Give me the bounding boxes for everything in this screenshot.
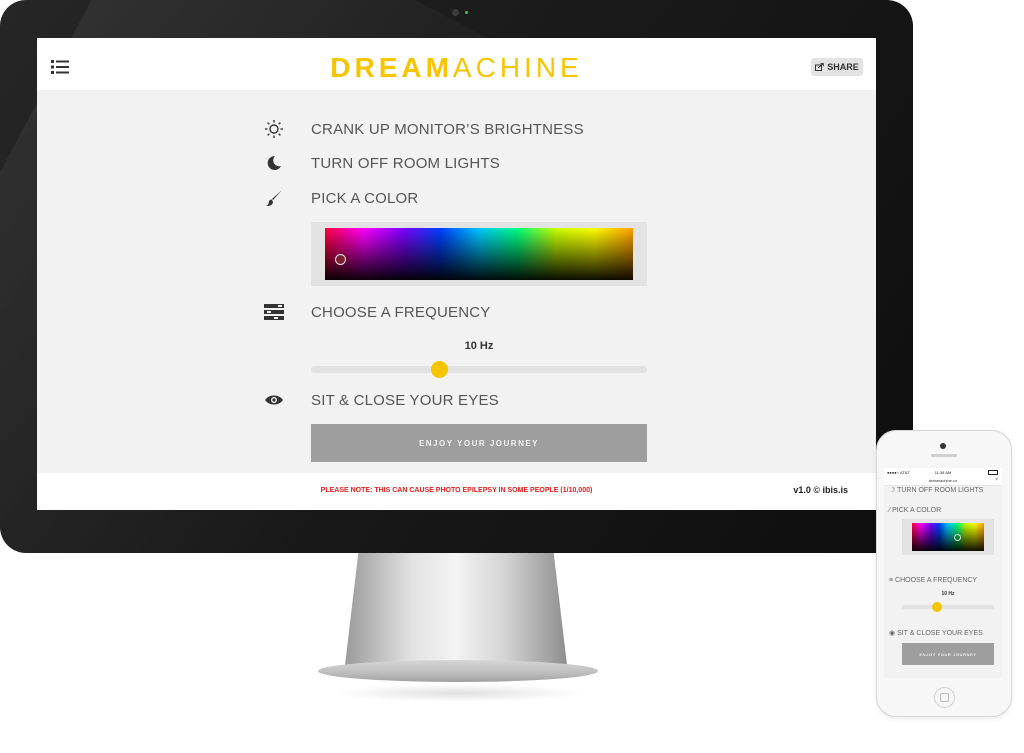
monitor-frame: DREAMACHINE SHARE CRANK UP MONITOR’S BRI…	[0, 0, 913, 553]
step-frequency: CHOOSE A FREQUENCY	[263, 300, 490, 324]
phone-home-button[interactable]	[934, 687, 955, 708]
app-footer: PLEASE NOTE: THIS CAN CAUSE PHOTO EPILEP…	[37, 473, 876, 510]
frequency-slider[interactable]	[311, 361, 647, 378]
share-icon	[815, 63, 825, 71]
eye-icon	[263, 389, 285, 411]
phone-speaker	[931, 454, 957, 457]
step-label: SIT & CLOSE YOUR EYES	[311, 391, 499, 409]
phone-step-lights: ☽ TURN OFF ROOM LIGHTS	[889, 487, 984, 494]
color-picker-handle[interactable]	[335, 254, 346, 265]
eye-icon: ◉	[889, 630, 898, 637]
color-picker[interactable]	[325, 228, 633, 280]
camera-led	[465, 11, 468, 14]
phone-color-picker-panel	[902, 519, 994, 555]
battery-icon	[988, 470, 998, 475]
phone-camera-icon	[940, 443, 946, 449]
camera-icon	[452, 9, 459, 16]
step-label: PICK A COLOR	[311, 189, 419, 207]
frequency-slider-thumb[interactable]	[430, 361, 448, 378]
share-label: SHARE	[827, 62, 859, 72]
phone-status-bar: ●●●●○ AT&T 11:38 AM	[884, 468, 1002, 476]
phone-url-bar[interactable]: dreamachine.co ×	[884, 476, 1002, 486]
enjoy-journey-button[interactable]: ENJOY YOUR JOURNEY	[311, 424, 647, 462]
version-credit[interactable]: v1.0 © ibis.is	[793, 485, 848, 495]
step-label: CHOOSE A FREQUENCY	[311, 303, 491, 321]
step-color: PICK A COLOR	[263, 186, 418, 210]
phone-screen: ●●●●○ AT&T 11:38 AM dreamachine.co × ☽ T…	[884, 468, 1002, 678]
app-logo: DREAMACHINE	[330, 52, 583, 83]
phone-color-picker-handle[interactable]	[954, 534, 961, 541]
epilepsy-warning: PLEASE NOTE: THIS CAN CAUSE PHOTO EPILEP…	[320, 487, 593, 494]
close-icon[interactable]: ×	[995, 476, 998, 485]
phone-step-color: ⁄ PICK A COLOR	[889, 507, 942, 514]
frequency-value: 10 Hz	[464, 340, 494, 352]
phone-frequency-slider-thumb[interactable]	[931, 602, 942, 612]
monitor-stand-neck	[345, 553, 567, 665]
phone-frequency-slider[interactable]	[902, 602, 994, 612]
color-picker-panel	[311, 222, 647, 286]
moon-icon: ☽	[889, 487, 898, 494]
moon-icon	[263, 152, 285, 174]
app-header: DREAMACHINE SHARE	[37, 38, 876, 90]
share-button[interactable]: SHARE	[811, 58, 863, 76]
phone-step-eyes: ◉ SIT & CLOSE YOUR EYES	[889, 630, 983, 637]
brush-icon	[263, 187, 285, 209]
step-label: TURN OFF ROOM LIGHTS	[311, 154, 500, 172]
stand-shadow	[330, 684, 586, 702]
monitor-stand-base	[318, 660, 598, 682]
phone-enjoy-button[interactable]: ENJOY YOUR JOURNEY	[902, 643, 994, 665]
frequency-icon	[263, 301, 285, 323]
phone-time: 11:38 AM	[934, 470, 952, 475]
phone-url: dreamachine.co	[928, 478, 958, 483]
step-brightness: CRANK UP MONITOR’S BRIGHTNESS	[263, 117, 584, 141]
app-screen: DREAMACHINE SHARE CRANK UP MONITOR’S BRI…	[37, 38, 876, 510]
phone-frequency-value: 10 Hz	[941, 591, 955, 597]
step-lights: TURN OFF ROOM LIGHTS	[263, 151, 500, 175]
step-label: CRANK UP MONITOR’S BRIGHTNESS	[311, 120, 584, 138]
phone-step-frequency: ≡ CHOOSE A FREQUENCY	[889, 577, 978, 584]
phone-color-picker[interactable]	[912, 523, 984, 551]
step-eyes: SIT & CLOSE YOUR EYES	[263, 388, 499, 412]
sun-icon	[263, 118, 285, 140]
phone-device: ●●●●○ AT&T 11:38 AM dreamachine.co × ☽ T…	[876, 430, 1012, 717]
